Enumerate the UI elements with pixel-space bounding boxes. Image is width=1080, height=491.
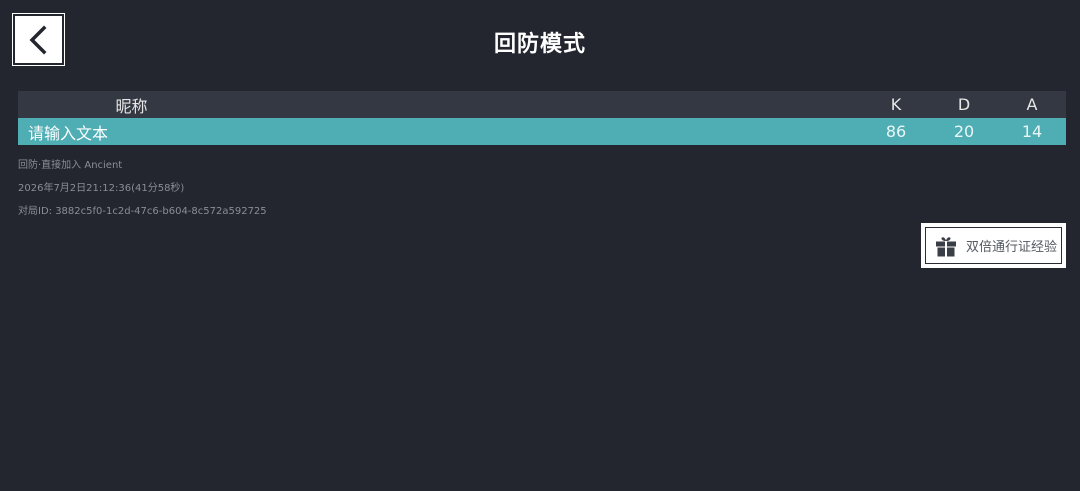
double-xp-button-inner: 双倍通行证经验 bbox=[925, 227, 1062, 264]
page-title: 回防模式 bbox=[493, 32, 586, 57]
match-mode-map: 回防·直接加入 Ancient bbox=[18, 160, 123, 171]
deaths-value: 20 bbox=[953, 122, 975, 141]
double-xp-button[interactable]: 双倍通行证经验 bbox=[921, 223, 1066, 268]
player-name: 请输入文本 bbox=[28, 123, 109, 143]
column-header-a: A bbox=[1026, 95, 1038, 114]
kills-value: 86 bbox=[885, 122, 907, 141]
scoreboard-table: 昵称 K D A 请输入文本 86 20 14 bbox=[18, 91, 1066, 145]
match-datetime: 2026年7月2日21:12:36(41分58秒) bbox=[18, 183, 185, 194]
gift-icon bbox=[936, 236, 956, 256]
table-header-row: 昵称 K D A bbox=[18, 91, 1066, 118]
table-row[interactable]: 请输入文本 86 20 14 bbox=[18, 118, 1066, 145]
assists-value: 14 bbox=[1021, 122, 1043, 141]
column-header-d: D bbox=[957, 95, 971, 114]
match-detail-page: 回防模式 昵称 K D A 请输入文本 86 20 14 回防·直接加入 Anc… bbox=[0, 0, 1080, 491]
column-header-k: K bbox=[890, 95, 902, 114]
match-id: 对局ID: 3882c5f0-1c2d-47c6-b604-8c572a5927… bbox=[18, 206, 267, 217]
column-header-name: 昵称 bbox=[115, 96, 148, 116]
double-xp-label: 双倍通行证经验 bbox=[966, 240, 1058, 255]
